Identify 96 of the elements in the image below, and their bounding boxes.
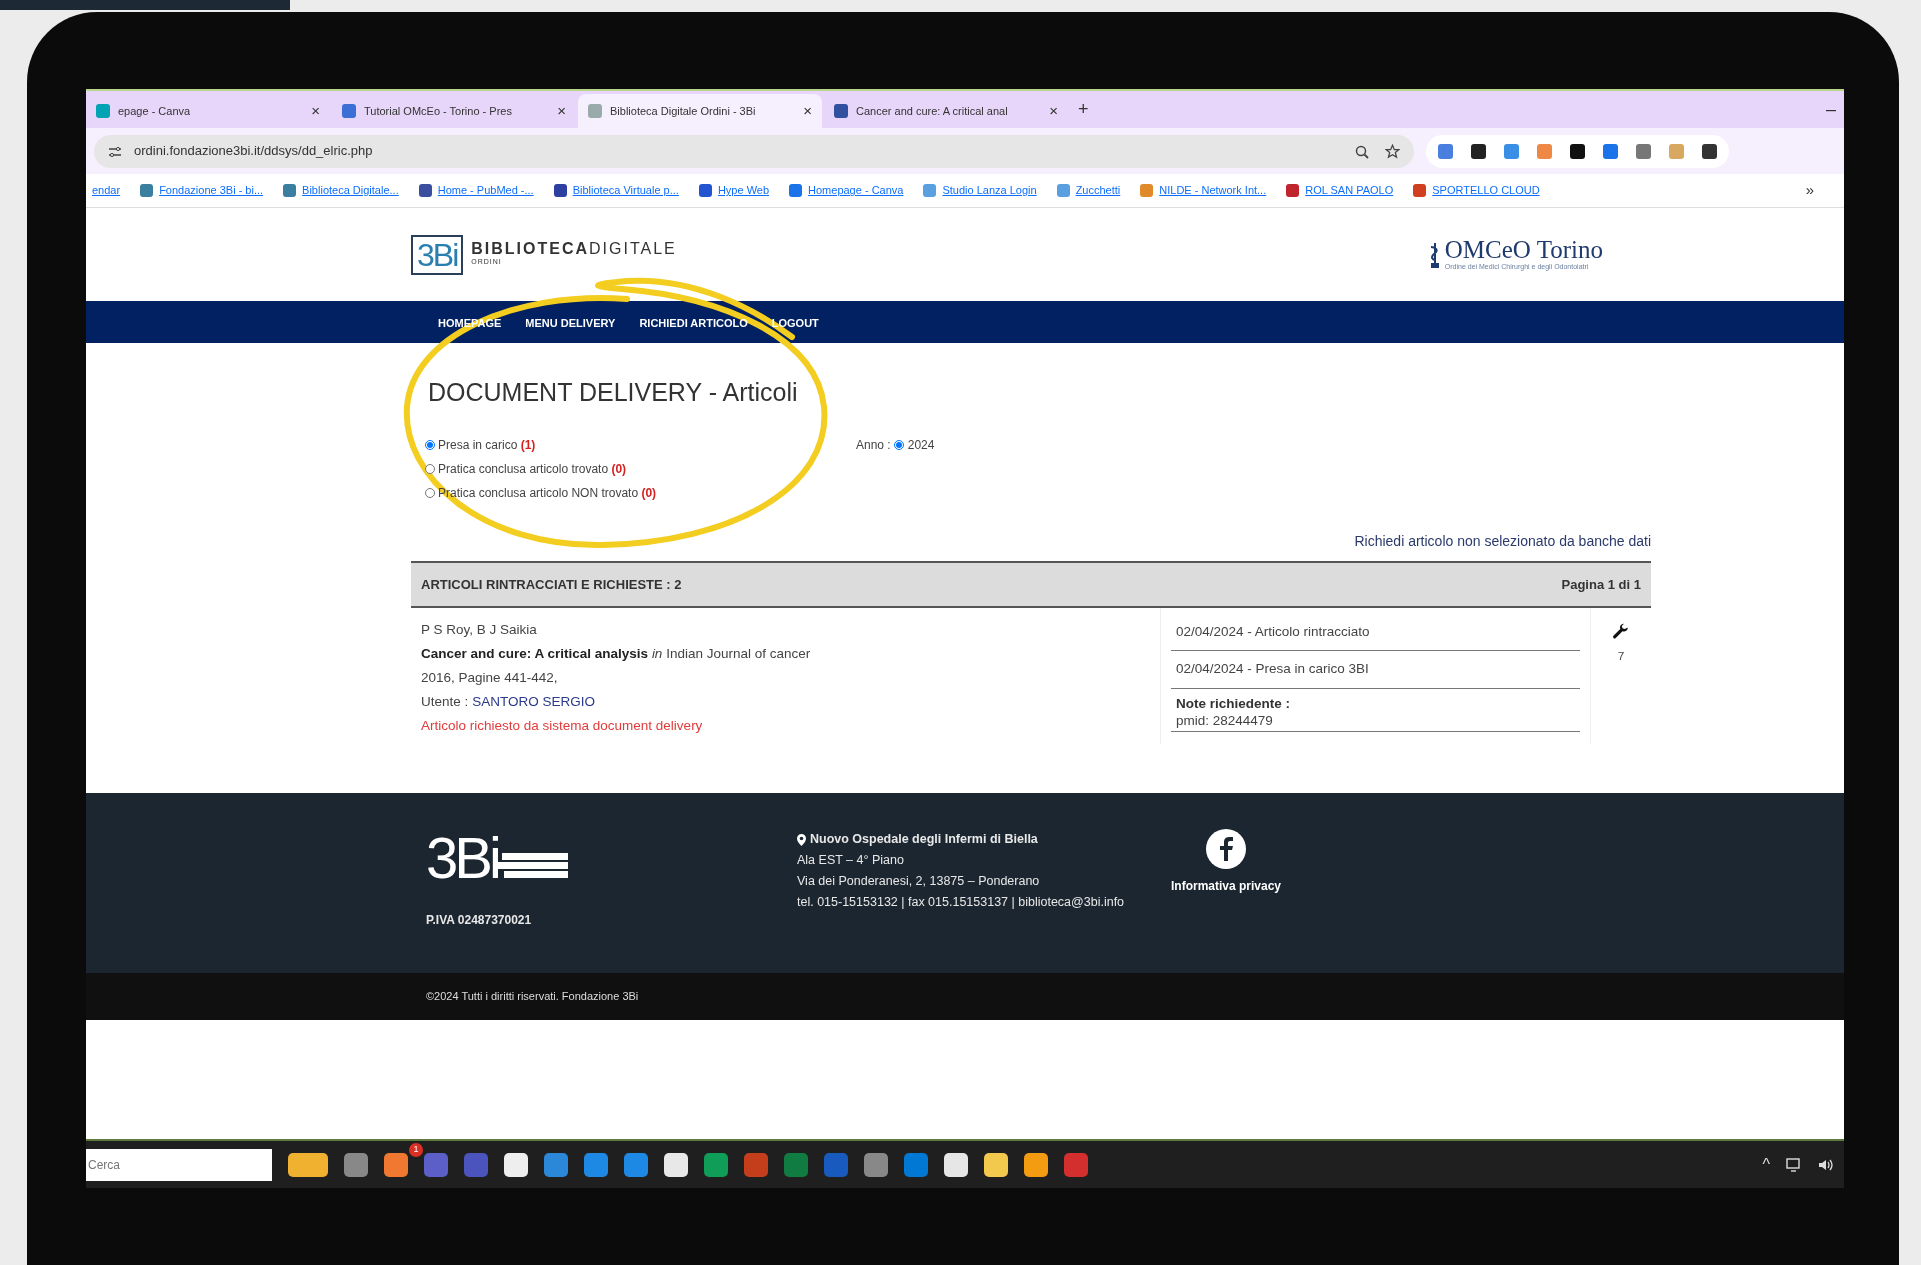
year-option-label[interactable]: 2024 xyxy=(907,436,935,454)
browser-tab[interactable]: Tutorial OMcEo - Torino - Pres × xyxy=(332,94,576,128)
origin-text: Articolo richiesto da sistema document delivery xyxy=(421,717,704,735)
tab-close-button[interactable]: × xyxy=(311,99,320,123)
site-logo-name: BIBLIOTECADIGITALE xyxy=(471,241,677,258)
address-line: tel. 015-15153132 | fax 015.15153137 | biblioteca@3bi.info xyxy=(797,894,1126,911)
tab-title: Biblioteca Digitale Ordini - 3Bi xyxy=(610,103,756,119)
bookmark-favicon-icon xyxy=(1140,184,1154,197)
bookmark-link[interactable]: endar xyxy=(92,182,121,199)
extension-icon[interactable] xyxy=(1471,143,1486,159)
radio-button[interactable] xyxy=(425,488,435,498)
bookmark-favicon-icon xyxy=(283,184,297,197)
address-bar[interactable]: ordini.fondazione3bi.it/ddsys/dd_elric.php xyxy=(94,134,1414,168)
tab-favicon-icon xyxy=(342,104,356,118)
page-title: DOCUMENT DELIVERY - Articoli xyxy=(428,377,799,407)
filter-label[interactable]: Presa in carico (1) xyxy=(438,436,536,454)
site-logo-mark: 3Bi xyxy=(411,234,464,275)
request-link[interactable]: Richiedi articolo non selezionato da banche dati xyxy=(1354,533,1651,549)
table-heading: ARTICOLI RINTRACCIATI E RICHIESTE : 2 xyxy=(421,575,682,594)
caduceus-icon xyxy=(1428,240,1441,269)
note-text: pmid: 28244479 xyxy=(1176,711,1274,729)
url-text: ordini.fondazione3bi.it/ddsys/dd_elric.php xyxy=(134,142,373,161)
minimize-button[interactable]: – xyxy=(1818,96,1844,123)
partner-name: OMCeO Torino xyxy=(1444,236,1603,262)
taskbar-app-icon[interactable] xyxy=(944,1152,968,1177)
tab-close-button[interactable]: × xyxy=(1049,99,1058,123)
tab-favicon-icon xyxy=(588,104,602,118)
taskbar-app-icon[interactable] xyxy=(288,1152,328,1177)
bookmark-link[interactable]: Biblioteca Digitale... xyxy=(283,182,399,199)
taskbar-app-icon[interactable] xyxy=(664,1152,688,1177)
bookmark-favicon-icon xyxy=(553,184,567,197)
bookmark-link[interactable]: Zucchetti xyxy=(1056,182,1121,199)
tab-close-button[interactable]: × xyxy=(803,99,812,123)
facebook-icon[interactable] xyxy=(1206,829,1246,869)
bookmark-favicon-icon xyxy=(698,184,712,197)
radio-button[interactable] xyxy=(425,440,435,450)
taskbar-app-icon[interactable] xyxy=(1024,1152,1048,1177)
browser-tab[interactable]: epage - Canva × xyxy=(86,94,330,128)
status-entry: 02/04/2024 - Articolo rintracciato xyxy=(1171,614,1580,652)
bookmark-favicon-icon xyxy=(1413,184,1427,197)
address-line: Via dei Ponderanesi, 2, 13875 – Ponderano xyxy=(797,873,1041,890)
nav-link[interactable]: RICHIEDI ARTICOLO xyxy=(639,317,748,329)
tab-title: Cancer and cure: A critical anal xyxy=(856,103,1008,119)
browser-tab[interactable]: Cancer and cure: A critical anal × xyxy=(824,94,1068,128)
bookmark-favicon-icon xyxy=(1056,184,1070,197)
privacy-link[interactable]: Informativa privacy xyxy=(1171,877,1282,895)
bookmark-link[interactable]: Home - PubMed -... xyxy=(418,182,534,199)
tray-caret-button[interactable]: ^ xyxy=(1762,1152,1770,1177)
address-heading: Nuovo Ospedale degli Infermi di Biella xyxy=(810,831,1038,848)
taskbar-app-icon[interactable] xyxy=(504,1152,528,1177)
tab-close-button[interactable]: × xyxy=(557,99,566,123)
nav-link[interactable]: MENU DELIVERY xyxy=(525,317,616,329)
year-label: Anno : xyxy=(856,437,891,454)
tab-title: epage - Canva xyxy=(118,103,191,119)
taskbar-app-icon[interactable] xyxy=(384,1152,408,1177)
tab-title: Tutorial OMcEo - Torino - Pres xyxy=(364,103,512,119)
vat-number: P.IVA 02487370021 xyxy=(426,912,533,929)
bookmark-favicon-icon xyxy=(140,184,154,197)
bookmark-link[interactable]: Studio Lanza Login xyxy=(923,182,1037,199)
bookmark-link[interactable]: Homepage - Canva xyxy=(789,182,904,199)
filter-label[interactable]: Pratica conclusa articolo trovato (0) xyxy=(438,460,627,478)
details-text: 2016, Pagine 441-442, xyxy=(421,669,559,687)
bookmark-link[interactable]: NILDE - Network Int... xyxy=(1140,182,1267,199)
note-label: Note richiedente : xyxy=(1176,694,1292,712)
taskbar-search-field[interactable]: Cerca xyxy=(86,1148,272,1181)
bookmark-favicon-icon xyxy=(789,184,803,197)
bookmark-link[interactable]: Hype Web xyxy=(698,182,770,199)
extension-icon[interactable] xyxy=(1702,143,1717,159)
user-link[interactable]: SANTORO SERGIO xyxy=(472,690,596,714)
authors-text: P S Roy, B J Saikia xyxy=(421,621,538,639)
bookmark-link[interactable]: SPORTELLO CLOUD xyxy=(1413,182,1540,199)
tab-favicon-icon xyxy=(96,104,110,118)
extension-icon[interactable] xyxy=(1570,143,1585,159)
address-line: Ala EST – 4° Piano xyxy=(797,852,905,869)
taskbar-app-icon[interactable] xyxy=(984,1152,1008,1177)
star-icon[interactable] xyxy=(1385,141,1400,161)
status-entry: 02/04/2024 - Presa in carico 3BI xyxy=(1171,651,1580,689)
bookmark-link[interactable]: ROL SAN PAOLO xyxy=(1286,182,1394,199)
radio-button[interactable] xyxy=(425,464,435,474)
user-label: Utente : xyxy=(421,693,469,711)
bookmark-favicon-icon xyxy=(418,184,432,197)
bookmark-link[interactable]: Biblioteca Virtuale p... xyxy=(553,182,679,199)
bookmark-favicon-icon xyxy=(1286,184,1300,197)
count-text: 7 xyxy=(1617,648,1625,666)
citation-text: Cancer and cure: A critical analysis in Indian Journal of cancer xyxy=(421,645,812,663)
tab-favicon-icon xyxy=(834,104,848,118)
browser-tab[interactable]: Biblioteca Digitale Ordini - 3Bi × xyxy=(578,94,822,128)
bookmark-favicon-icon xyxy=(923,184,937,197)
copyright-text: ©2024 Tutti i diritti riservati. Fondazione 3Bi xyxy=(426,990,639,1003)
radio-button[interactable] xyxy=(893,440,904,450)
page-indicator: Pagina 1 di 1 xyxy=(1561,575,1641,594)
footer-logo-text: 3Bi xyxy=(426,829,498,887)
new-tab-button[interactable]: + xyxy=(1070,96,1097,123)
bookmark-link[interactable]: Fondazione 3Bi - bi... xyxy=(140,182,264,199)
more-bookmarks-button[interactable]: » xyxy=(1805,179,1814,202)
notification-badge: 1 xyxy=(409,1142,423,1157)
